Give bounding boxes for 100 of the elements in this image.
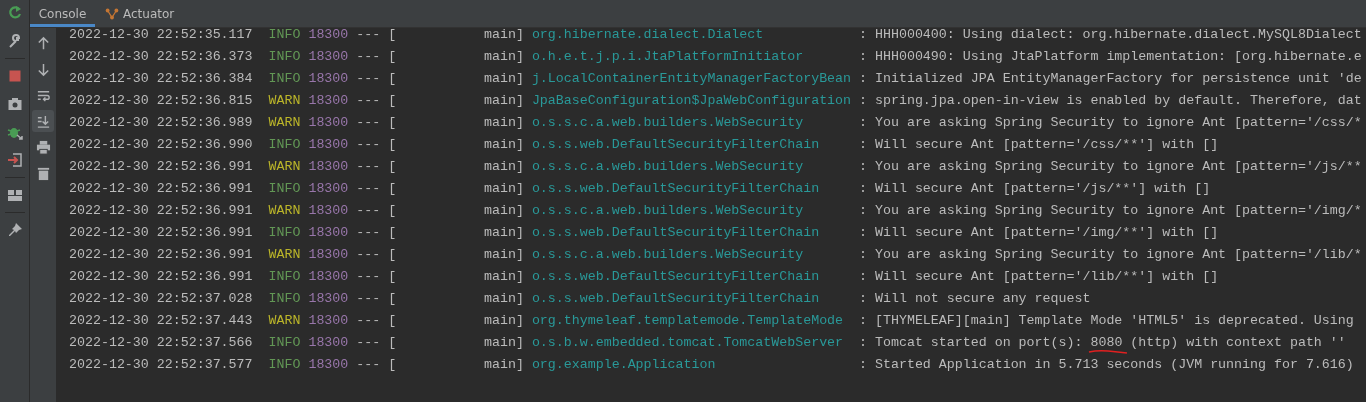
process-id: 18300 xyxy=(308,93,349,108)
log-message: : Will secure Ant [pattern='/css/**'] with [] xyxy=(859,137,1219,152)
process-id: 18300 xyxy=(308,291,349,306)
log-message: : You are asking Spring Security to ignore Ant [pattern='/css/* xyxy=(859,115,1362,130)
log-level: WARN xyxy=(268,159,301,174)
process-id: 18300 xyxy=(308,137,349,152)
log-level: INFO xyxy=(268,357,301,372)
timestamp: 2022-12-30 22:52:36.991 xyxy=(69,269,253,284)
tool-button[interactable] xyxy=(32,110,54,132)
thread-name: [ main] xyxy=(388,335,524,350)
log-level: INFO xyxy=(268,49,301,64)
timestamp: 2022-12-30 22:52:36.384 xyxy=(69,71,253,86)
log-level: WARN xyxy=(268,247,301,262)
log-level: INFO xyxy=(268,225,301,240)
log-level: WARN xyxy=(268,203,301,218)
thread-name: [ main] xyxy=(388,181,524,196)
nodes-icon xyxy=(105,6,119,21)
log-message: : Will secure Ant [pattern='/js/**'] with [] xyxy=(859,181,1211,196)
scroll-to-end-icon xyxy=(35,113,51,129)
log-message: : Started Application in 5.713 seconds (JVM running for 7.616) xyxy=(859,357,1354,372)
log-level: WARN xyxy=(268,313,301,328)
log-message: : Initialized JPA EntityManagerFactory for persistence unit 'de xyxy=(859,71,1362,86)
log-level: WARN xyxy=(268,93,301,108)
log-message: : HHH000400: Using dialect: org.hibernate.dialect.MySQL8Dialect xyxy=(859,27,1362,42)
thread-name: [ main] xyxy=(388,313,524,328)
print-icon xyxy=(35,139,51,155)
log-message: : You are asking Spring Security to ignore Ant [pattern='/js/** xyxy=(859,159,1362,174)
log-message: : spring.jpa.open-in-view is enabled by default. Therefore, dat xyxy=(859,93,1362,108)
logger-name: org.thymeleaf.templatemode.TemplateMode xyxy=(531,312,845,330)
separator-text: --- xyxy=(356,115,381,130)
logger-name: j.LocalContainerEntityManagerFactoryBean xyxy=(531,70,852,88)
timestamp: 2022-12-30 22:52:36.991 xyxy=(69,203,253,218)
log-level: INFO xyxy=(268,181,301,196)
thread-name: [ main] xyxy=(388,137,524,152)
exit-icon xyxy=(6,152,23,168)
process-id: 18300 xyxy=(308,225,349,240)
timestamp: 2022-12-30 22:52:36.989 xyxy=(69,115,253,130)
separator-text: --- xyxy=(356,93,381,108)
thread-name: [ main] xyxy=(388,291,524,306)
logger-name: org.hibernate.dialect.Dialect xyxy=(531,26,765,44)
thread-name: [ main] xyxy=(388,247,524,262)
trash-icon xyxy=(35,165,51,181)
log-message: : [THYMELEAF][main] Template Mode 'HTML5' is deprecated. Using xyxy=(859,313,1354,328)
thread-name: [ main] xyxy=(388,203,524,218)
thread-name: [ main] xyxy=(388,159,524,174)
timestamp: 2022-12-30 22:52:37.566 xyxy=(69,335,253,350)
separator-text: --- xyxy=(356,159,381,174)
separator-text: --- xyxy=(356,269,381,284)
logger-name: o.s.s.web.DefaultSecurityFilterChain xyxy=(531,224,821,242)
separator-text: --- xyxy=(356,335,381,350)
timestamp: 2022-12-30 22:52:36.991 xyxy=(69,159,253,174)
separator-text: --- xyxy=(356,225,381,240)
separator-text: --- xyxy=(356,357,381,372)
thread-name: [ main] xyxy=(388,71,524,86)
separator-text: --- xyxy=(356,137,381,152)
thread-name: [ main] xyxy=(388,269,524,284)
separator-text: --- xyxy=(356,27,381,42)
log-message: : Will not secure any request xyxy=(859,291,1091,306)
log-level: WARN xyxy=(268,115,301,130)
thread-name: [ main] xyxy=(388,115,524,130)
process-id: 18300 xyxy=(308,313,349,328)
layout-icon xyxy=(6,187,23,203)
process-id: 18300 xyxy=(308,115,349,130)
log-message: : Tomcat started on port(s): xyxy=(859,335,1084,350)
timestamp: 2022-12-30 22:52:37.577 xyxy=(69,357,253,372)
process-id: 18300 xyxy=(308,247,349,262)
timestamp: 2022-12-30 22:52:36.991 xyxy=(69,225,253,240)
tab[interactable]: Actuator xyxy=(95,0,185,27)
process-id: 18300 xyxy=(308,27,349,42)
process-id: 18300 xyxy=(308,335,349,350)
logger-name: o.s.s.c.a.web.builders.WebSecurity xyxy=(531,246,805,264)
log-message: : Will secure Ant [pattern='/img/**'] with [] xyxy=(859,225,1219,240)
timestamp: 2022-12-30 22:52:36.991 xyxy=(69,247,253,262)
log-message: 8080 xyxy=(1090,335,1123,350)
log-level: INFO xyxy=(268,291,301,306)
log-level: INFO xyxy=(268,335,301,350)
process-id: 18300 xyxy=(308,357,349,372)
logger-name: o.s.b.w.embedded.tomcat.TomcatWebServer xyxy=(531,334,845,352)
thread-name: [ main] xyxy=(388,357,524,372)
logger-name: o.s.s.c.a.web.builders.WebSecurity xyxy=(531,202,805,220)
process-id: 18300 xyxy=(308,203,349,218)
thread-name: [ main] xyxy=(388,27,524,42)
timestamp: 2022-12-30 22:52:35.117 xyxy=(69,27,253,42)
logger-name: org.example.Application xyxy=(531,356,717,374)
separator-text: --- xyxy=(356,181,381,196)
log-level: INFO xyxy=(268,269,301,284)
thread-name: [ main] xyxy=(388,225,524,240)
process-id: 18300 xyxy=(308,71,349,86)
separator-text: --- xyxy=(356,313,381,328)
separator-text: --- xyxy=(356,247,381,262)
logger-name: o.s.s.web.DefaultSecurityFilterChain xyxy=(531,268,821,286)
rerun-icon xyxy=(6,5,23,21)
separator-text: --- xyxy=(356,49,381,64)
timestamp: 2022-12-30 22:52:36.373 xyxy=(69,49,253,64)
log-message: : You are asking Spring Security to ignore Ant [pattern='/img/* xyxy=(859,203,1362,218)
logger-name: o.s.s.web.DefaultSecurityFilterChain xyxy=(531,136,821,154)
logger-name: JpaBaseConfiguration$JpaWebConfiguration xyxy=(531,92,852,110)
timestamp: 2022-12-30 22:52:37.028 xyxy=(69,291,253,306)
process-id: 18300 xyxy=(308,181,349,196)
thread-name: [ main] xyxy=(388,93,524,108)
